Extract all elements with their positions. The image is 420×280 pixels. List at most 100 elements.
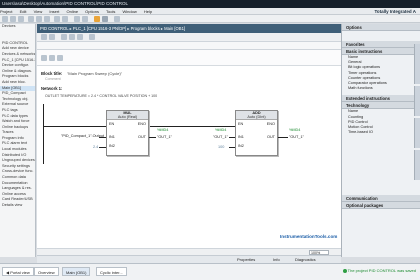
network-comment[interactable]: OUTLET TEMPERATURE = 2.4 * CONTROL VALVE… bbox=[45, 94, 157, 98]
technology-header[interactable]: Technology bbox=[342, 102, 420, 110]
rung-wire-2 bbox=[149, 126, 235, 127]
delete-network-icon[interactable] bbox=[49, 34, 55, 40]
optional-packages-header[interactable]: Optional packages bbox=[342, 202, 420, 210]
close-branch-icon[interactable] bbox=[49, 55, 55, 61]
menu-bar: Project Edit View Insert Online Options … bbox=[0, 8, 420, 15]
overview-tab[interactable]: Overview bbox=[34, 267, 59, 276]
status-message: The project PID CONTROL was saved bbox=[342, 268, 416, 273]
add-in1-wire bbox=[229, 137, 235, 138]
empty-box-icon[interactable] bbox=[57, 55, 63, 61]
paste-icon[interactable] bbox=[44, 16, 50, 22]
redo-icon[interactable] bbox=[62, 16, 68, 22]
download-icon[interactable] bbox=[82, 16, 88, 22]
add-in1-operand[interactable]: "OUT_1" bbox=[213, 135, 228, 139]
basic-instructions-list: Name General Bit logic operations Timer ope… bbox=[342, 55, 420, 91]
menu-item-options[interactable]: Options bbox=[85, 9, 99, 14]
open-branch-icon[interactable] bbox=[41, 55, 47, 61]
options-header[interactable]: Options bbox=[342, 24, 420, 31]
add-block[interactable]: ADD Auto (DInt) EN ENO IN1 OUT IN2 bbox=[235, 110, 278, 156]
network-label[interactable]: Network 1: bbox=[41, 86, 62, 91]
instruction-favorites-bar bbox=[37, 50, 341, 66]
status-check-icon bbox=[342, 268, 347, 273]
portal-taskbar: ◀ Portal view Overview Main (OB1) Cyclic… bbox=[0, 263, 420, 280]
mul-in1-operand[interactable]: "PID_Compact_1".Output bbox=[61, 134, 104, 139]
mul-in2-operand[interactable]: 2.4 bbox=[93, 145, 98, 149]
editor-toolbar bbox=[37, 33, 341, 42]
insert-network-icon[interactable] bbox=[41, 34, 47, 40]
add-en-pin: EN bbox=[238, 122, 244, 126]
add-block-type[interactable]: Auto (DInt) bbox=[236, 115, 277, 119]
accessible-devices-icon[interactable] bbox=[114, 16, 120, 22]
mul-block-type[interactable]: Auto (Real) bbox=[107, 115, 148, 119]
no-contact-icon[interactable] bbox=[69, 34, 75, 40]
mul-in2-pin: IN2 bbox=[109, 144, 115, 148]
tree-item[interactable]: Languages & res. bbox=[0, 186, 35, 192]
technology-list: Name Counting PID Control Motion Control Tim… bbox=[342, 109, 420, 135]
copy-icon[interactable] bbox=[36, 16, 42, 22]
mul-in1-pin: IN1 bbox=[109, 135, 115, 139]
cyclic-interrupt-tab[interactable]: Cyclic inter... bbox=[96, 267, 127, 276]
testing-side-tab[interactable] bbox=[414, 86, 420, 116]
menu-item-help[interactable]: Help bbox=[144, 9, 152, 14]
mul-in1-wire bbox=[99, 137, 106, 138]
undo-icon[interactable] bbox=[54, 16, 60, 22]
add-in1-pin: IN1 bbox=[238, 135, 244, 139]
extended-instructions-header[interactable]: Extended instructions bbox=[342, 95, 420, 103]
libraries-side-tab[interactable] bbox=[414, 150, 420, 180]
main-toolbar bbox=[0, 15, 420, 23]
window-title-bar: Users\asa\Desktop\Automation\PID CONTROL… bbox=[0, 0, 420, 8]
add-block-header: ADD Auto (DInt) bbox=[236, 111, 277, 120]
mul-block[interactable]: MUL Auto (Real) EN ENO IN1 OUT IN2 bbox=[106, 110, 149, 156]
add-eno-pin: ENO bbox=[266, 122, 275, 126]
favorites-header[interactable]: Favorites bbox=[342, 41, 420, 48]
basic-instructions-header[interactable]: Basic instructions bbox=[342, 48, 420, 55]
portal-view-label: Portal view bbox=[10, 270, 30, 275]
add-in1-address: %MD4 bbox=[215, 128, 227, 132]
power-rail bbox=[43, 104, 44, 164]
mul-out-operand[interactable]: "OUT_1" bbox=[157, 135, 172, 139]
menu-item-insert[interactable]: Insert bbox=[49, 9, 59, 14]
go-offline-icon[interactable] bbox=[102, 16, 108, 22]
add-out-wire bbox=[278, 137, 288, 138]
add-out-pin: OUT bbox=[266, 135, 275, 139]
mul-block-header: MUL Auto (Real) bbox=[107, 111, 148, 120]
menu-item-project[interactable]: Project bbox=[0, 9, 12, 14]
add-in2-pin: IN2 bbox=[238, 144, 244, 148]
add-in2-operand[interactable]: 100 bbox=[218, 145, 224, 149]
portal-view-button[interactable]: ◀ Portal view bbox=[2, 267, 34, 276]
tasks-side-tab[interactable] bbox=[414, 118, 420, 148]
menu-item-window[interactable]: Window bbox=[122, 9, 136, 14]
block-comment[interactable]: Comment bbox=[45, 77, 61, 81]
menu-item-view[interactable]: View bbox=[34, 9, 43, 14]
add-out-operand[interactable]: "OUT_1" bbox=[289, 135, 304, 139]
tree-item[interactable]: Devices & networks bbox=[0, 52, 35, 58]
compile-icon[interactable] bbox=[74, 16, 80, 22]
menu-item-edit[interactable]: Edit bbox=[20, 9, 27, 14]
rung-wire-1 bbox=[43, 126, 106, 127]
tree-item[interactable]: Details view bbox=[0, 203, 35, 209]
instructions-side-tab[interactable] bbox=[414, 44, 420, 84]
menu-item-online[interactable]: Online bbox=[66, 9, 78, 14]
task-panel: Options Favorites Basic instructions Nam… bbox=[341, 24, 420, 257]
nc-contact-icon[interactable] bbox=[61, 34, 67, 40]
project-tree: Devices PID CONTROL Add new device Devices … bbox=[0, 24, 36, 257]
new-project-icon[interactable] bbox=[2, 16, 8, 22]
cut-icon[interactable] bbox=[28, 16, 34, 22]
ladder-editor[interactable]: Block title: "Main Program Sweep (Cycle)… bbox=[37, 66, 341, 248]
menu-item-tools[interactable]: Tools bbox=[106, 9, 115, 14]
mul-en-pin: EN bbox=[109, 122, 115, 126]
save-project-icon[interactable] bbox=[18, 16, 24, 22]
main-ob1-tab[interactable]: Main (OB1) bbox=[62, 267, 91, 276]
go-online-icon[interactable] bbox=[94, 16, 100, 22]
add-out-address: %MD4 bbox=[289, 128, 301, 132]
block-title-value[interactable]: "Main Program Sweep (Cycle)" bbox=[67, 71, 122, 76]
communication-header[interactable]: Communication bbox=[342, 195, 420, 203]
open-project-icon[interactable] bbox=[10, 16, 16, 22]
interface-bar[interactable] bbox=[37, 42, 341, 50]
basic-instruction-item[interactable]: Math functions bbox=[342, 86, 420, 91]
monitor-icon[interactable] bbox=[89, 34, 95, 40]
mul-out-address: %MD4 bbox=[157, 128, 169, 132]
coil-icon[interactable] bbox=[77, 34, 83, 40]
mul-out-wire bbox=[149, 137, 156, 138]
technology-item[interactable]: Time-based IO bbox=[342, 130, 420, 135]
